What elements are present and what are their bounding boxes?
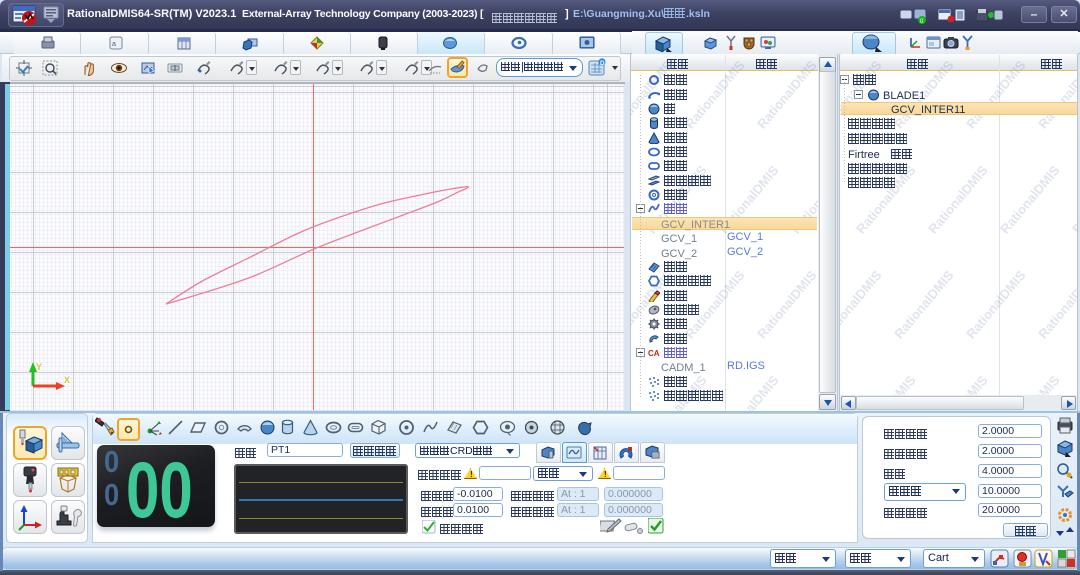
svg-text:Y: Y — [36, 362, 42, 372]
svg-text:a: a — [112, 41, 116, 48]
svg-text:X: X — [64, 375, 70, 385]
svg-text:D: D — [600, 60, 605, 67]
svg-text:CAD: CAD — [648, 349, 660, 358]
